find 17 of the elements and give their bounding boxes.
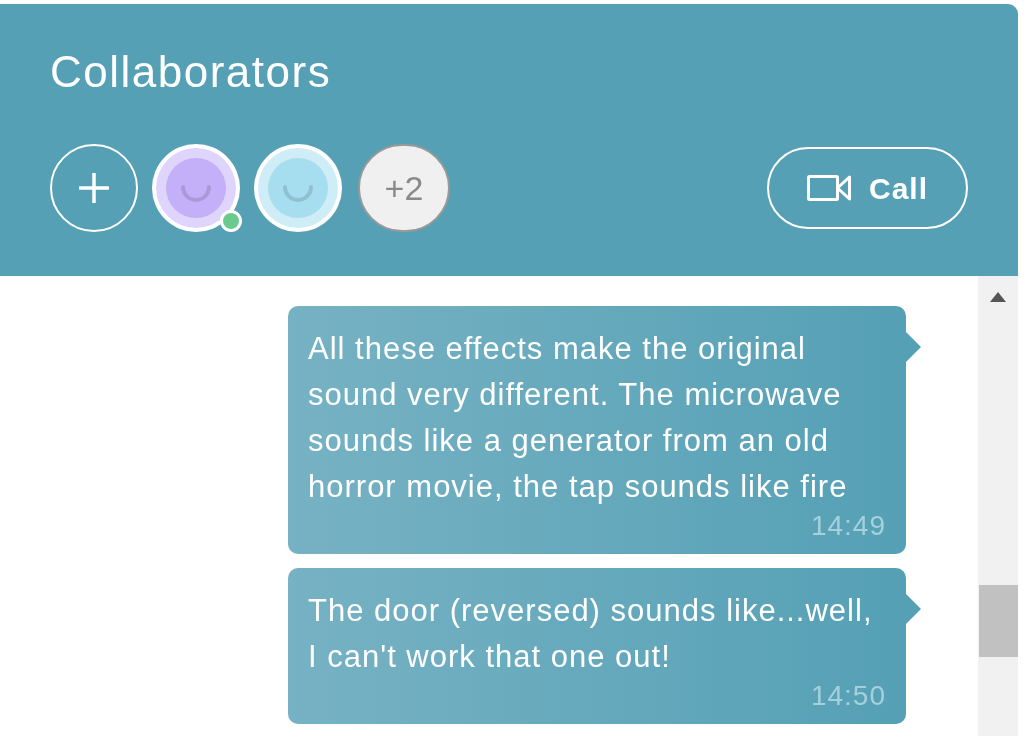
message-time: 14:49	[810, 510, 886, 542]
bubble-tail-icon	[906, 332, 921, 362]
message-text: The door (reversed) sounds like...well, I can't work that one out!	[308, 593, 873, 674]
smiley-avatar-icon[interactable]	[152, 144, 240, 232]
scroll-up-icon[interactable]	[990, 292, 1006, 302]
scrollbar[interactable]	[978, 276, 1018, 736]
add-collaborator-button[interactable]	[50, 144, 138, 232]
scrollbar-thumb[interactable]	[978, 585, 1018, 657]
call-button[interactable]: Call	[766, 147, 968, 229]
bubble-tail-icon	[906, 594, 921, 624]
message-time: 14:50	[810, 680, 886, 712]
video-camera-icon	[806, 175, 851, 201]
plus-icon	[79, 173, 109, 203]
more-collaborators-badge[interactable]: +2	[358, 144, 450, 232]
message-text: All these effects make the original sound very different. The microwave sounds like a generator from an old horror movie, the tap sounds like fire	[308, 331, 848, 504]
panel-title: Collaborators	[50, 47, 332, 97]
smiley-avatar-icon[interactable]	[254, 144, 342, 232]
